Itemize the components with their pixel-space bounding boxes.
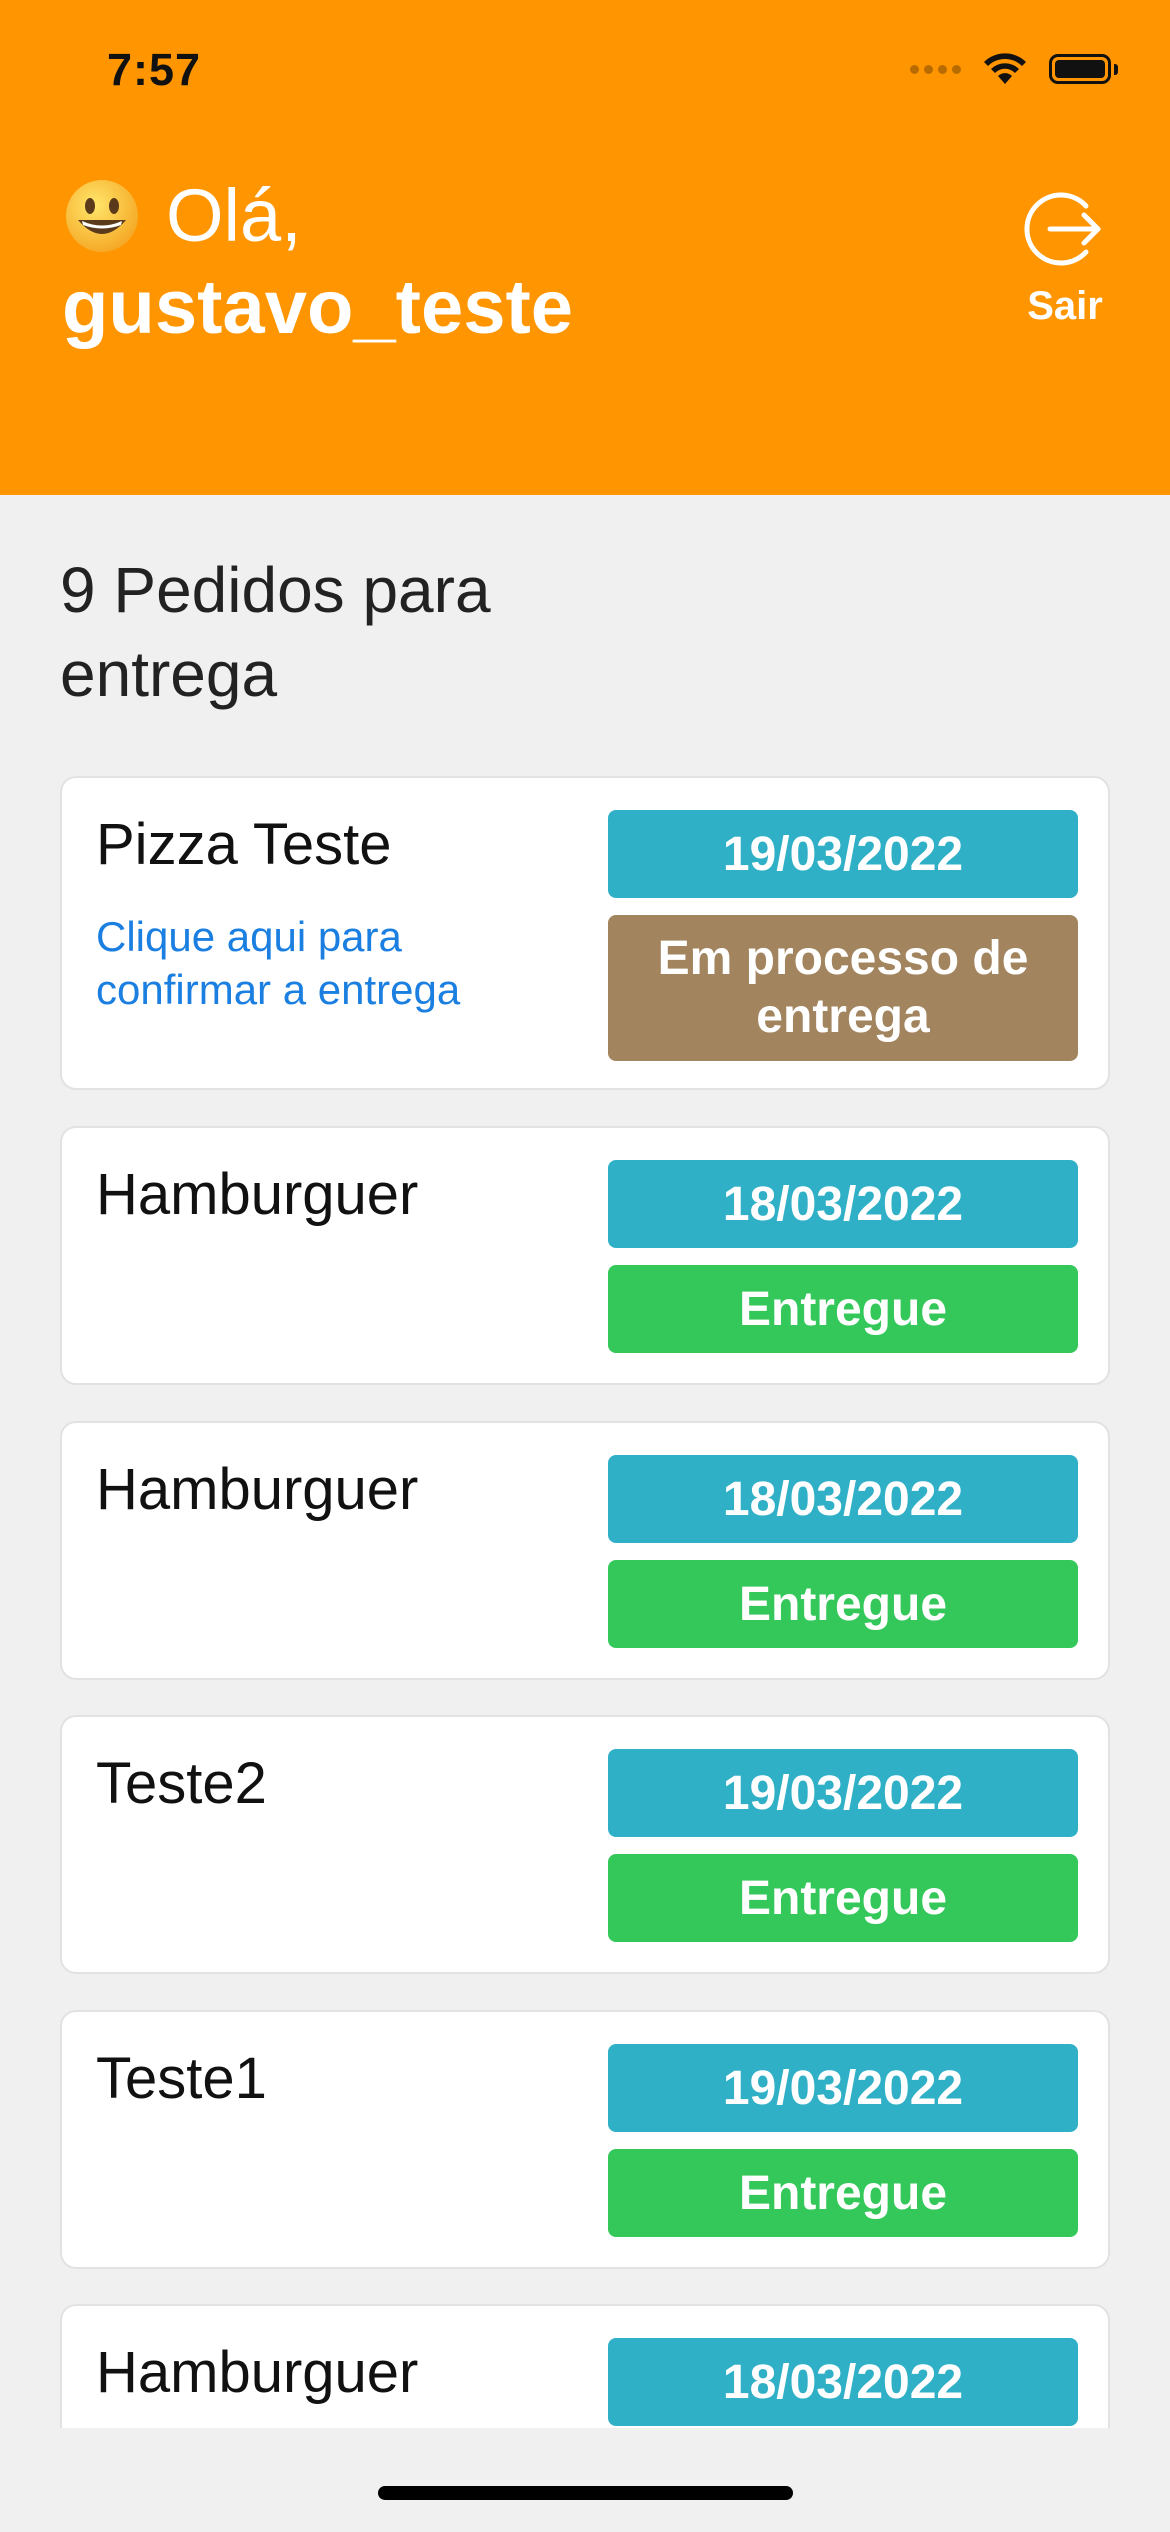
greeting-text: Olá, — [166, 174, 302, 257]
home-indicator[interactable] — [378, 2486, 793, 2500]
order-date-badge: 18/03/2022 — [608, 1455, 1078, 1543]
order-card[interactable]: Hamburguer 18/03/2022 Entregue — [60, 1421, 1110, 1680]
order-card[interactable]: Teste2 19/03/2022 Entregue — [60, 1715, 1110, 1974]
logout-button[interactable]: Sair — [1010, 188, 1120, 329]
orders-list[interactable]: Pizza Teste Clique aqui para confirmar a… — [0, 770, 1170, 2428]
status-bar-icons — [910, 52, 1118, 86]
confirm-delivery-link[interactable]: Clique aqui para confirmar a entrega — [96, 910, 536, 1016]
order-card[interactable]: Hamburguer 18/03/2022 — [60, 2304, 1110, 2428]
logout-label: Sair — [1027, 284, 1103, 328]
order-date-badge: 19/03/2022 — [608, 1749, 1078, 1837]
order-date-badge: 18/03/2022 — [608, 2338, 1078, 2426]
order-card[interactable]: Pizza Teste Clique aqui para confirmar a… — [60, 776, 1110, 1090]
order-date-badge: 18/03/2022 — [608, 1160, 1078, 1248]
order-status-badge: Entregue — [608, 2149, 1078, 2237]
app-header: 7:57 Olá, gustavo_teste Sair — [0, 0, 1170, 495]
greeting: Olá, — [64, 178, 302, 254]
order-card[interactable]: Hamburguer 18/03/2022 Entregue — [60, 1126, 1110, 1385]
status-bar-time: 7:57 — [107, 44, 202, 95]
wifi-icon — [984, 53, 1026, 84]
battery-icon — [1049, 54, 1111, 84]
order-status-badge: Entregue — [608, 1854, 1078, 1942]
order-card[interactable]: Teste1 19/03/2022 Entregue — [60, 2010, 1110, 2269]
order-name: Teste2 — [96, 1751, 267, 1816]
username: gustavo_teste — [62, 265, 574, 350]
order-name: Hamburguer — [96, 2340, 419, 2405]
order-name: Pizza Teste — [96, 812, 392, 877]
logout-icon — [1024, 192, 1101, 266]
order-name: Hamburguer — [96, 1457, 419, 1522]
cellular-signal-icon — [910, 64, 961, 74]
order-status-badge: Entregue — [608, 1265, 1078, 1353]
order-date-badge: 19/03/2022 — [608, 2044, 1078, 2132]
order-name: Hamburguer — [96, 1162, 419, 1227]
battery-cap — [1114, 63, 1118, 75]
orders-count-title: 9 Pedidos para entrega — [60, 554, 491, 710]
order-name: Teste1 — [96, 2046, 267, 2111]
order-status-badge: Em processo de entrega — [608, 915, 1078, 1061]
grinning-face-emoji-icon — [66, 180, 138, 252]
order-date-badge: 19/03/2022 — [608, 810, 1078, 898]
order-status-badge: Entregue — [608, 1560, 1078, 1648]
